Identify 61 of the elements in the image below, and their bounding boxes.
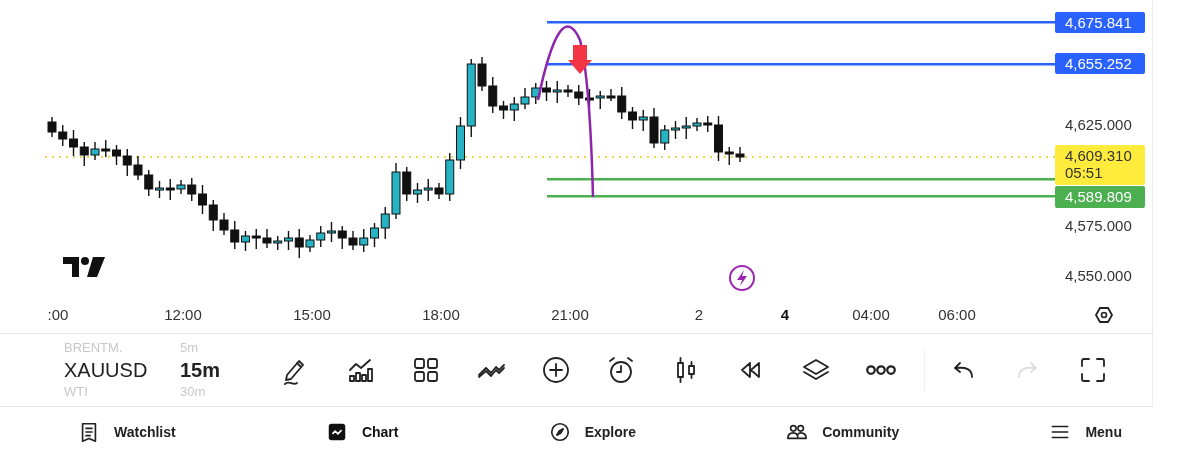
candle bbox=[58, 124, 68, 147]
candle bbox=[112, 144, 121, 166]
price-tag: 4,655.252 bbox=[1055, 53, 1145, 74]
time-label: :00 bbox=[47, 306, 69, 324]
plus-circle-icon bbox=[540, 355, 571, 385]
candle bbox=[370, 222, 379, 248]
time-label: 18:00 bbox=[422, 306, 460, 324]
candle bbox=[101, 139, 111, 158]
candle bbox=[69, 129, 78, 157]
price-tag: 4,589.809 bbox=[1055, 186, 1145, 208]
time-label: 15:00 bbox=[293, 306, 331, 324]
candle bbox=[531, 82, 541, 105]
candle bbox=[262, 228, 272, 249]
candle bbox=[219, 212, 229, 236]
candle bbox=[595, 90, 605, 110]
interval-label[interactable]: 15m bbox=[180, 358, 260, 382]
symbol-label[interactable]: XAUUSD bbox=[64, 358, 180, 382]
logo-icon bbox=[63, 257, 105, 277]
candle bbox=[47, 116, 57, 138]
price-label: 4,625.000 bbox=[1065, 116, 1132, 134]
nav-tab[interactable]: Community bbox=[822, 424, 900, 440]
nav-tab[interactable]: Explore bbox=[584, 424, 636, 440]
candle bbox=[520, 87, 530, 110]
candle bbox=[122, 148, 132, 177]
candle bbox=[337, 225, 347, 250]
candle bbox=[327, 221, 336, 243]
candle bbox=[251, 228, 261, 250]
candle bbox=[359, 228, 369, 253]
nav-tab[interactable]: Watchlist bbox=[114, 424, 176, 440]
time-label: 12:00 bbox=[164, 306, 202, 324]
time-label: 4 bbox=[780, 306, 790, 324]
candle bbox=[542, 80, 551, 102]
price-label: 4,550.000 bbox=[1065, 267, 1132, 285]
candle bbox=[90, 141, 100, 161]
down-arrow-icon bbox=[568, 45, 592, 74]
time-label: 21:00 bbox=[551, 306, 589, 324]
candle bbox=[735, 146, 745, 163]
time-label: 2 bbox=[694, 306, 704, 324]
more-icon bbox=[865, 365, 896, 375]
candle bbox=[208, 199, 218, 232]
price-tag: 4,675.841 bbox=[1055, 12, 1145, 33]
candle bbox=[628, 106, 637, 130]
time-label: 04:00 bbox=[852, 306, 890, 324]
candle bbox=[509, 96, 519, 122]
candle bbox=[230, 220, 240, 250]
candle bbox=[316, 225, 326, 248]
price-label: 4,575.000 bbox=[1065, 217, 1132, 235]
candle bbox=[671, 120, 680, 140]
price-tag: 4,609.310 05:51 bbox=[1055, 145, 1145, 185]
candle bbox=[423, 178, 433, 202]
candle bbox=[273, 235, 283, 251]
candle bbox=[133, 155, 143, 181]
lightning-icon[interactable] bbox=[729, 265, 755, 291]
candle bbox=[241, 230, 250, 252]
candle bbox=[79, 141, 89, 167]
nav-tab[interactable]: Chart bbox=[361, 424, 399, 440]
settings-icon[interactable] bbox=[1094, 307, 1114, 323]
candle bbox=[348, 230, 358, 251]
candle bbox=[198, 184, 207, 215]
time-label: 06:00 bbox=[938, 306, 976, 324]
nav-tab[interactable]: Menu bbox=[1085, 424, 1122, 440]
